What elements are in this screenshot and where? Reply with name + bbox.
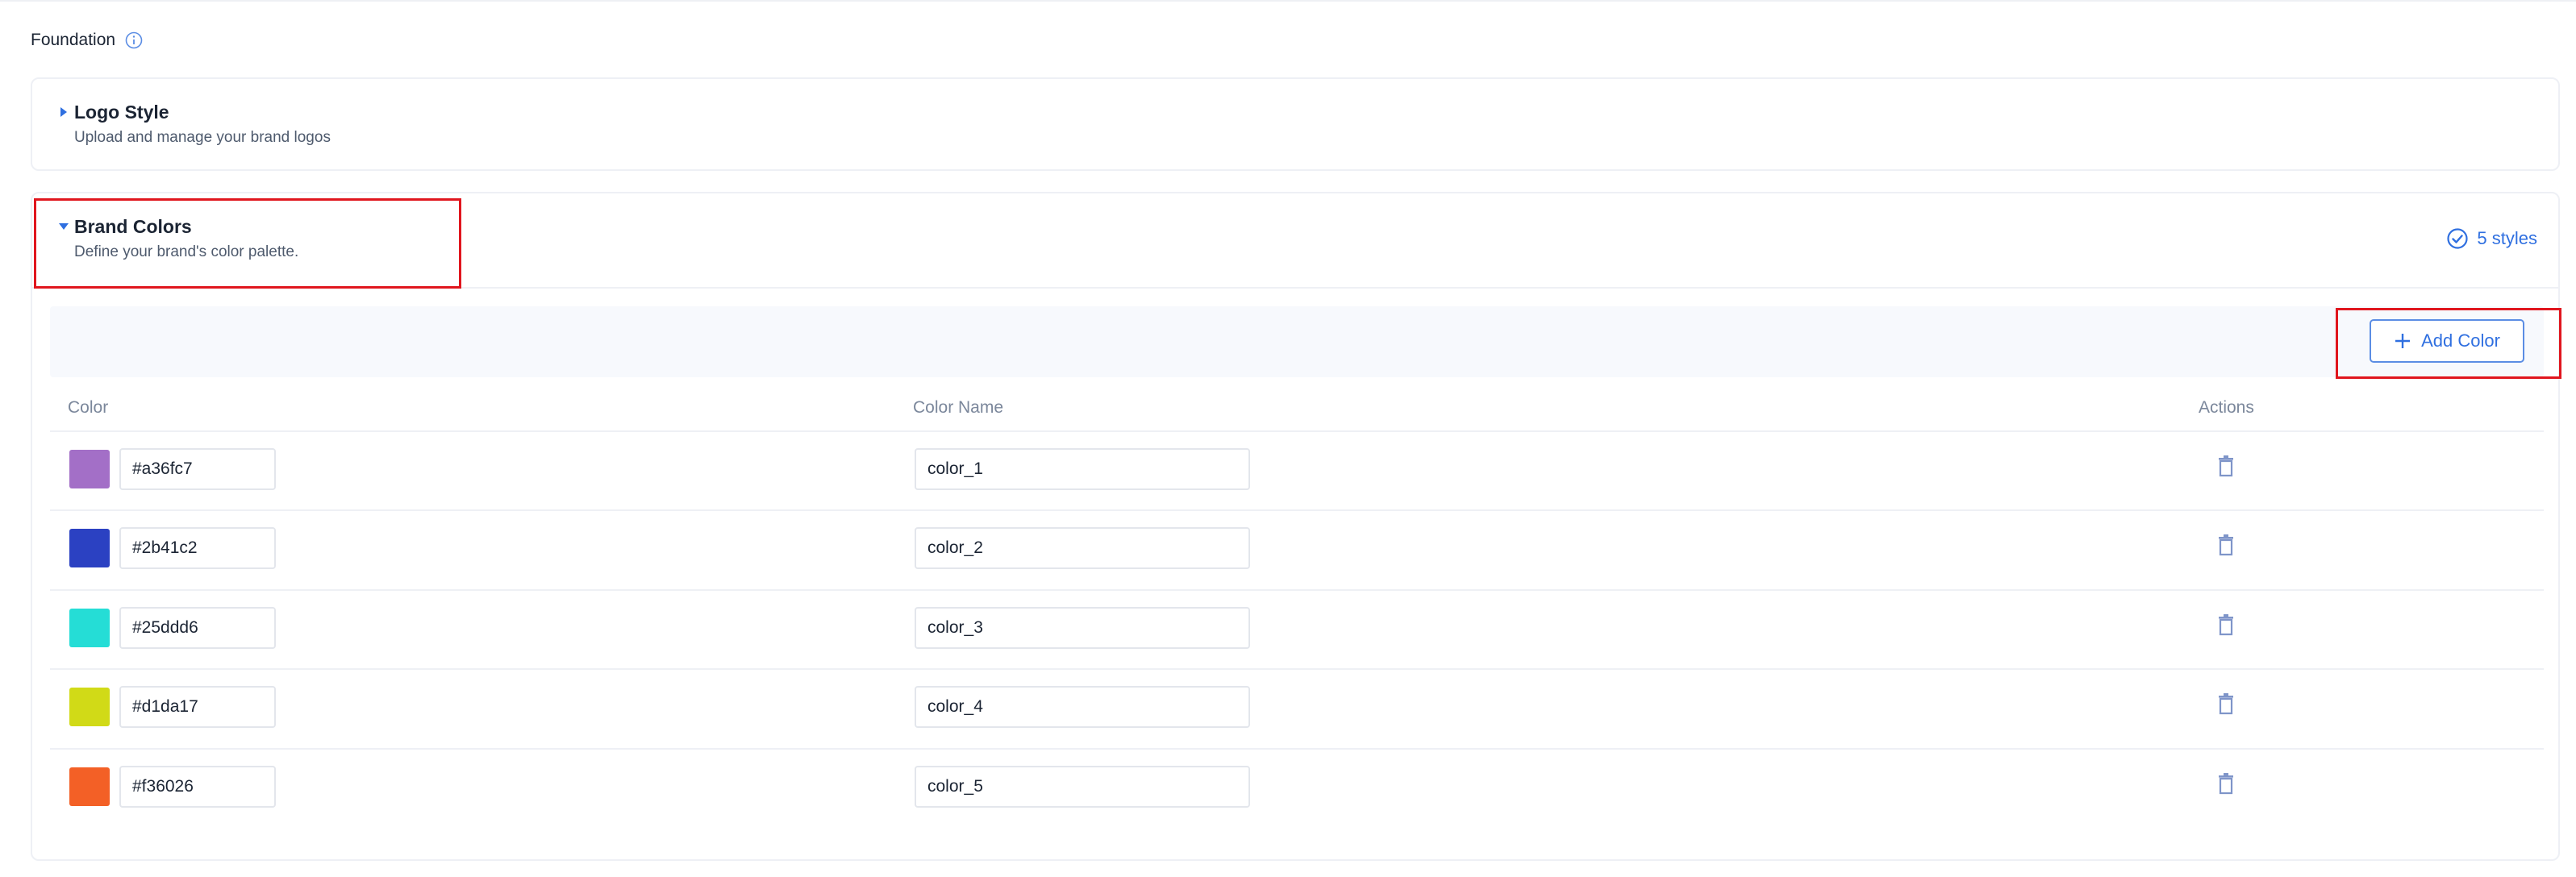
hex-input[interactable] — [119, 448, 276, 490]
trash-icon[interactable] — [2216, 534, 2236, 556]
color-swatch[interactable] — [69, 608, 110, 647]
color-swatch[interactable] — [69, 767, 110, 806]
trash-icon[interactable] — [2216, 455, 2236, 477]
color-name-input[interactable] — [915, 765, 1250, 808]
table-header: Color Color Name Actions — [50, 387, 2544, 432]
color-name-input[interactable] — [915, 448, 1250, 490]
table-row — [50, 511, 2544, 591]
hex-input[interactable] — [119, 686, 276, 729]
styles-count-label: 5 styles — [2477, 228, 2537, 248]
color-swatch[interactable] — [69, 688, 110, 727]
column-header-actions: Actions — [2199, 398, 2254, 417]
color-name-input[interactable] — [915, 527, 1250, 570]
hex-input[interactable] — [119, 606, 276, 649]
caret-right-icon[interactable] — [58, 106, 69, 118]
hex-input[interactable] — [119, 527, 276, 570]
styles-count-badge: 5 styles — [2446, 227, 2537, 250]
logo-style-title: Logo Style — [74, 102, 169, 123]
color-name-input[interactable] — [915, 686, 1250, 729]
colors-table: Color Color Name Actions — [50, 387, 2544, 829]
check-circle-icon — [2447, 228, 2469, 249]
trash-icon[interactable] — [2216, 772, 2236, 795]
foundation-title: Foundation — [31, 31, 116, 49]
brand-colors-card: Brand Colors Define your brand's color p… — [31, 192, 2560, 861]
table-row — [50, 750, 2544, 829]
table-row — [50, 591, 2544, 671]
table-row — [50, 432, 2544, 512]
highlight-add-color-button — [2336, 308, 2561, 379]
foundation-header: Foundation — [31, 31, 143, 50]
hex-input[interactable] — [119, 765, 276, 808]
trash-icon[interactable] — [2216, 613, 2236, 636]
colors-toolbar: Add Color — [50, 306, 2544, 377]
logo-style-card: Logo Style Upload and manage your brand … — [31, 77, 2560, 171]
table-row — [50, 670, 2544, 750]
color-name-input[interactable] — [915, 606, 1250, 649]
info-circle-icon[interactable] — [125, 31, 143, 49]
color-swatch[interactable] — [69, 450, 110, 488]
column-header-color-name: Color Name — [913, 398, 1004, 417]
highlight-brand-colors-header — [34, 198, 461, 289]
logo-style-subtitle: Upload and manage your brand logos — [74, 129, 331, 146]
color-swatch[interactable] — [69, 529, 110, 568]
trash-icon[interactable] — [2216, 692, 2236, 715]
column-header-color: Color — [68, 398, 109, 417]
